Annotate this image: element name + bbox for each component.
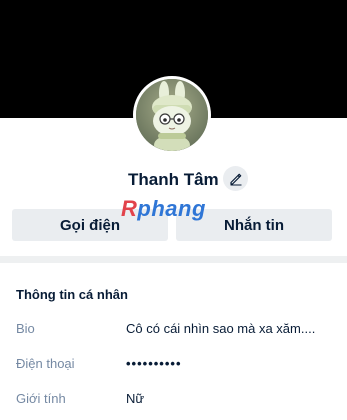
call-button-label: Gọi điện (60, 216, 120, 234)
profile-page: Thanh Tâm Gọi điện Nhắn tin Rphang Thông… (0, 0, 347, 420)
name-row: Thanh Tâm (0, 166, 347, 194)
pencil-icon (229, 173, 241, 185)
phone-value: •••••••••• (126, 356, 182, 371)
section-divider (0, 256, 347, 263)
gender-label: Giới tính (16, 391, 66, 406)
edit-name-button[interactable] (223, 166, 248, 191)
profile-name: Thanh Tâm (128, 170, 219, 189)
personal-info-title: Thông tin cá nhân (16, 287, 128, 302)
call-button[interactable]: Gọi điện (12, 209, 168, 241)
bio-label: Bio (16, 321, 35, 336)
avatar-image (136, 79, 208, 151)
message-button-label: Nhắn tin (224, 216, 284, 234)
avatar[interactable] (133, 76, 211, 154)
gender-value: Nữ (126, 391, 145, 406)
message-button[interactable]: Nhắn tin (176, 209, 332, 241)
bio-value: Cô có cái nhìn sao mà xa xăm.... (126, 321, 316, 336)
phone-label: Điện thoại (16, 356, 75, 371)
